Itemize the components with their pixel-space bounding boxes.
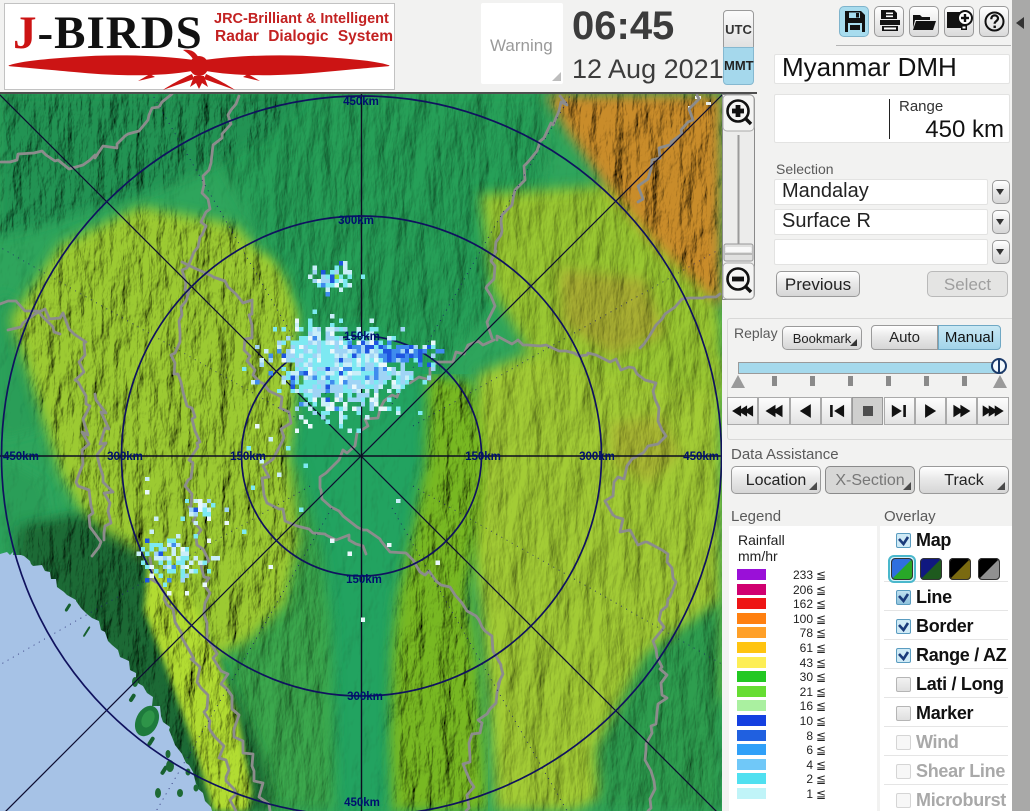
svg-text:450km: 450km (344, 797, 380, 809)
svg-text:300km: 300km (338, 215, 374, 227)
svg-text:300km: 300km (579, 451, 615, 463)
svg-text:450km: 450km (343, 96, 379, 108)
svg-text:300km: 300km (107, 451, 143, 463)
svg-text:150km: 150km (346, 574, 382, 586)
svg-text:150km: 150km (465, 451, 501, 463)
svg-text:450km: 450km (683, 451, 719, 463)
svg-text:300km: 300km (347, 691, 383, 703)
svg-text:450km: 450km (3, 451, 39, 463)
svg-text:150km: 150km (230, 451, 266, 463)
svg-text:150km: 150km (344, 331, 380, 343)
